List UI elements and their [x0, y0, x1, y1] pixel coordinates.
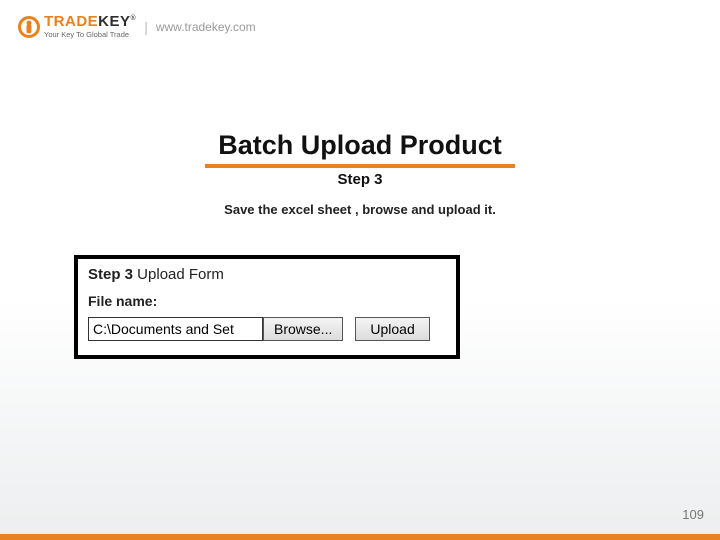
brand-part-1: TRADE [44, 13, 98, 30]
tagline: Your Key To Global Trade [44, 30, 136, 39]
file-path-input[interactable] [88, 317, 263, 341]
filename-label: File name: [88, 293, 446, 309]
title-underline [205, 164, 515, 168]
site-url: www.tradekey.com [156, 20, 256, 34]
panel-step-number: Step 3 [88, 266, 133, 283]
logo-text: TRADEKEY® Your Key To Global Trade [44, 14, 136, 39]
page-title: Batch Upload Product [0, 130, 720, 161]
trademark-symbol: ® [131, 15, 137, 22]
slide: TRADEKEY® Your Key To Global Trade | www… [0, 0, 720, 540]
browse-button[interactable]: Browse... [263, 317, 343, 341]
keyhole-icon [18, 16, 40, 38]
brand-part-2: KEY [98, 13, 130, 30]
upload-form-panel: Step 3 Upload Form File name: Browse... … [74, 255, 460, 359]
tradekey-logo: TRADEKEY® Your Key To Global Trade [18, 14, 136, 39]
page-number: 109 [682, 507, 704, 522]
panel-step-title: Upload Form [133, 266, 224, 283]
upload-button[interactable]: Upload [355, 317, 429, 341]
header: TRADEKEY® Your Key To Global Trade | www… [18, 14, 256, 39]
panel-heading: Step 3 Upload Form [88, 266, 446, 283]
file-row: Browse... Upload [88, 317, 446, 341]
instruction-text: Save the excel sheet , browse and upload… [0, 202, 720, 217]
header-divider: | [144, 19, 148, 35]
step-subtitle: Step 3 [0, 171, 720, 188]
page-title-block: Batch Upload Product Step 3 Save the exc… [0, 130, 720, 217]
footer-accent-bar [0, 534, 720, 540]
